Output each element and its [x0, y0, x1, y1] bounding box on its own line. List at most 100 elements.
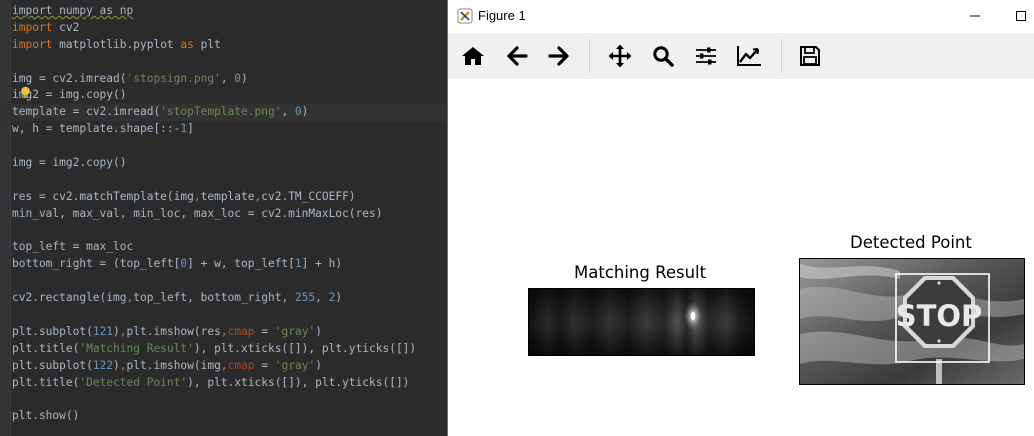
code-line[interactable]: w, h = template.shape[::-1] [12, 121, 447, 138]
code-token: plt.imshow(res [126, 324, 221, 338]
code-token: ), plt.xticks([]), plt.yticks([]) [193, 341, 417, 355]
plot-title-matching-result: Matching Result [574, 263, 707, 282]
code-line[interactable] [12, 307, 447, 324]
window-title: Figure 1 [478, 8, 526, 23]
configure-subplots-button[interactable] [691, 41, 721, 71]
minimize-icon [970, 15, 980, 17]
code-token: 'gray' [274, 324, 316, 338]
code-token: plt.show() [12, 409, 80, 423]
minimize-button[interactable] [962, 4, 988, 28]
code-token: plt.imshow(img [126, 358, 221, 372]
code-token: cv2 [52, 20, 80, 34]
forward-button[interactable] [544, 41, 574, 71]
code-line[interactable]: plt.title('Detected Point'), plt.xticks(… [12, 375, 447, 392]
code-line[interactable] [12, 223, 447, 240]
code-line[interactable]: plt.subplot(121),plt.imshow(res,cmap = '… [12, 324, 447, 341]
code-token: img = cv2.imread( [12, 71, 127, 85]
matching-result-image[interactable] [528, 288, 755, 356]
back-button[interactable] [502, 41, 532, 71]
code-token: bottom_right = (top_left[ [12, 257, 181, 271]
code-line[interactable]: bottom_right = (top_left[0] + w, top_lef… [12, 256, 447, 273]
code-line[interactable] [12, 273, 447, 290]
code-line[interactable] [12, 54, 447, 71]
matplotlib-app-icon [457, 8, 473, 24]
code-token: 0 [294, 105, 302, 119]
code-token: 'gray' [274, 358, 316, 372]
code-token: plt.subplot( [12, 324, 93, 338]
code-token: ) [301, 105, 309, 119]
heatmap-image [529, 289, 754, 355]
code-lines[interactable]: import numpy as np import cv2 import matpl… [0, 3, 447, 425]
code-token: ) [113, 324, 120, 338]
code-line[interactable] [12, 172, 447, 189]
code-token: import numpy as np [12, 4, 134, 17]
save-button[interactable] [795, 41, 825, 71]
code-line[interactable]: import cv2 [12, 20, 447, 37]
stop-sign-text: STOP [896, 299, 983, 333]
code-line[interactable]: img = img2.copy() [12, 155, 447, 172]
code-line[interactable]: plt.title('Matching Result'), plt.xticks… [12, 341, 447, 358]
code-token: ] + h) [301, 257, 343, 271]
code-line[interactable]: template = cv2.imread('stopTemplate.png'… [0, 104, 447, 122]
code-token: = [254, 324, 275, 338]
code-token: template = cv2.imread( [12, 105, 161, 119]
code-line[interactable] [12, 138, 447, 155]
code-token: , [193, 189, 201, 203]
code-token: 121 [92, 324, 114, 338]
code-line[interactable]: plt.show() [12, 408, 447, 425]
code-line[interactable]: plt.subplot(122),plt.imshow(img,cmap = '… [12, 358, 447, 375]
code-editor[interactable]: import numpy as np import cv2 import matpl… [0, 0, 447, 436]
toolbar-separator [589, 39, 590, 73]
home-icon [462, 47, 484, 65]
code-token: cv2.rectangle(img [12, 291, 127, 305]
code-token: ] + w, top_left[ [187, 257, 295, 271]
code-token: matplotlib.pyplot [52, 37, 181, 51]
home-button[interactable] [458, 41, 488, 71]
code-token: plt.subplot( [12, 358, 93, 372]
back-arrow-icon [507, 46, 528, 66]
code-line[interactable]: import matplotlib.pyplot as plt [12, 37, 447, 54]
code-line[interactable] [12, 391, 447, 408]
code-token: , [119, 324, 127, 338]
code-token: 'Matching Result' [79, 341, 194, 355]
maximize-icon [1016, 11, 1026, 21]
code-token: = [254, 358, 275, 372]
code-line[interactable]: img2 = img.copy() [12, 87, 447, 104]
pan-button[interactable] [605, 41, 635, 71]
code-token: ), plt.xticks([]), plt.yticks([]) [187, 375, 410, 389]
zoom-button[interactable] [648, 41, 678, 71]
code-line[interactable]: img = cv2.imread('stopsign.png', 0) [12, 71, 447, 88]
code-token: cmap [227, 358, 255, 372]
title-bar[interactable]: Figure 1 [448, 0, 1034, 33]
code-line[interactable]: cv2.rectangle(img, top_left, bottom_right… [12, 290, 447, 307]
save-disk-icon [800, 46, 820, 66]
lightbulb-icon[interactable] [20, 86, 31, 99]
code-token: import [12, 37, 53, 51]
editor-gutter [0, 0, 11, 436]
maximize-button[interactable] [1008, 4, 1034, 28]
code-token: top_left, bottom_right, [133, 291, 295, 305]
code-token: ) [315, 324, 322, 338]
code-token: w, h = template.shape[::- [12, 122, 181, 136]
figure-window: Figure 1 Matching Result Detected Point … [447, 0, 1034, 436]
edit-axes-button[interactable] [734, 41, 764, 71]
code-line[interactable]: res = cv2.matchTemplate(img,template,cv2… [12, 189, 447, 206]
figure-canvas[interactable]: Matching Result Detected Point STOP [448, 79, 1034, 436]
edit-axes-icon [737, 46, 761, 66]
code-token: ) [113, 358, 120, 372]
code-token: min_val, max_val, min_loc, max_loc = cv2… [12, 206, 383, 220]
code-token: plt.title( [12, 341, 80, 355]
detected-point-image[interactable]: STOP [799, 258, 1025, 385]
code-token: cmap [227, 324, 255, 338]
code-line[interactable]: import numpy as np [12, 3, 447, 20]
forward-arrow-icon [548, 46, 569, 66]
code-token: ] [187, 122, 194, 136]
code-token: template [200, 189, 255, 203]
code-token: ) [335, 291, 343, 305]
code-line[interactable]: top_left = max_loc [12, 239, 447, 256]
code-token: , [119, 358, 127, 372]
code-line[interactable]: min_val, max_val, min_loc, max_loc = cv2… [12, 206, 447, 223]
navigation-toolbar [448, 33, 1034, 80]
code-token: ) [241, 71, 248, 85]
code-token: 'stopTemplate.png' [160, 105, 282, 119]
